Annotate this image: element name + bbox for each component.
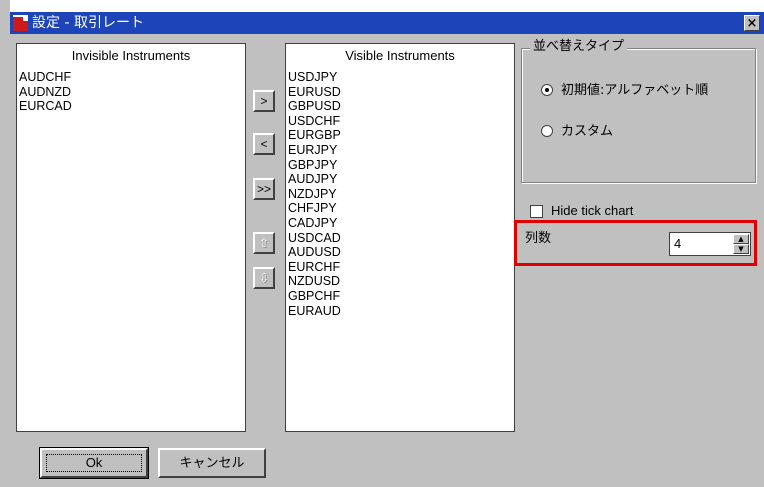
- sort-custom-label[interactable]: カスタム: [561, 124, 613, 140]
- visible-item[interactable]: EURGBP: [288, 128, 341, 143]
- sort-type-legend: 並べ替えタイプ: [530, 38, 628, 56]
- ok-button[interactable]: Ok: [39, 447, 149, 479]
- visible-item[interactable]: EURCHF: [288, 260, 341, 275]
- visible-item[interactable]: GBPCHF: [288, 289, 341, 304]
- visible-item[interactable]: EURUSD: [288, 85, 341, 100]
- hide-tick-label[interactable]: Hide tick chart: [551, 203, 633, 219]
- background-strip: [10, 0, 764, 12]
- settings-dialog: 設定 - 取引レート × Invisible Instruments AUDCH…: [0, 0, 764, 487]
- visible-item[interactable]: GBPJPY: [288, 158, 341, 173]
- highlight-box: [514, 220, 757, 266]
- add-button[interactable]: >: [253, 90, 275, 112]
- sort-type-group: [521, 48, 756, 183]
- remove-button[interactable]: <: [253, 133, 275, 155]
- visible-item[interactable]: EURJPY: [288, 143, 341, 158]
- title-bar[interactable]: 設定 - 取引レート ×: [10, 12, 764, 34]
- visible-item[interactable]: NZDJPY: [288, 187, 341, 202]
- cancel-button[interactable]: キャンセル: [158, 448, 266, 478]
- visible-item[interactable]: EURAUD: [288, 304, 341, 319]
- visible-item[interactable]: USDJPY: [288, 70, 341, 85]
- cancel-label: キャンセル: [179, 455, 245, 470]
- visible-list-header: Visible Instruments: [345, 48, 455, 63]
- hide-tick-checkbox[interactable]: [530, 205, 543, 218]
- sort-default-label[interactable]: 初期値:アルファベット順: [561, 83, 708, 99]
- invisible-item[interactable]: AUDNZD: [19, 85, 72, 100]
- sort-custom-radio[interactable]: [541, 125, 553, 137]
- window-title: 設定 - 取引レート: [32, 15, 144, 31]
- app-icon: [13, 15, 28, 31]
- visible-item[interactable]: USDCAD: [288, 231, 341, 246]
- visible-items: USDJPY EURUSD GBPUSD USDCHF EURGBP EURJPY GBPJ…: [288, 70, 341, 318]
- move-down-button[interactable]: ⇩: [253, 267, 275, 289]
- invisible-list-header: Invisible Instruments: [71, 48, 191, 63]
- invisible-item[interactable]: AUDCHF: [19, 70, 72, 85]
- move-up-button[interactable]: ⇧: [253, 232, 275, 254]
- invisible-item[interactable]: EURCAD: [19, 99, 72, 114]
- visible-item[interactable]: USDCHF: [288, 114, 341, 129]
- close-button[interactable]: ×: [744, 15, 760, 31]
- invisible-instruments-list[interactable]: Invisible Instruments AUDCHF AUDNZD EURCAD: [16, 43, 246, 432]
- visible-item[interactable]: AUDJPY: [288, 172, 341, 187]
- visible-item[interactable]: CADJPY: [288, 216, 341, 231]
- invisible-items: AUDCHF AUDNZD EURCAD: [19, 70, 72, 114]
- ok-label: Ok: [85, 455, 103, 470]
- add-all-button[interactable]: >>: [253, 178, 275, 200]
- visible-item[interactable]: GBPUSD: [288, 99, 341, 114]
- sort-default-radio[interactable]: [541, 84, 553, 96]
- visible-item[interactable]: AUDUSD: [288, 245, 341, 260]
- visible-item[interactable]: CHFJPY: [288, 201, 341, 216]
- visible-instruments-list[interactable]: Visible Instruments USDJPY EURUSD GBPUSD US…: [285, 43, 515, 432]
- visible-item[interactable]: NZDUSD: [288, 274, 341, 289]
